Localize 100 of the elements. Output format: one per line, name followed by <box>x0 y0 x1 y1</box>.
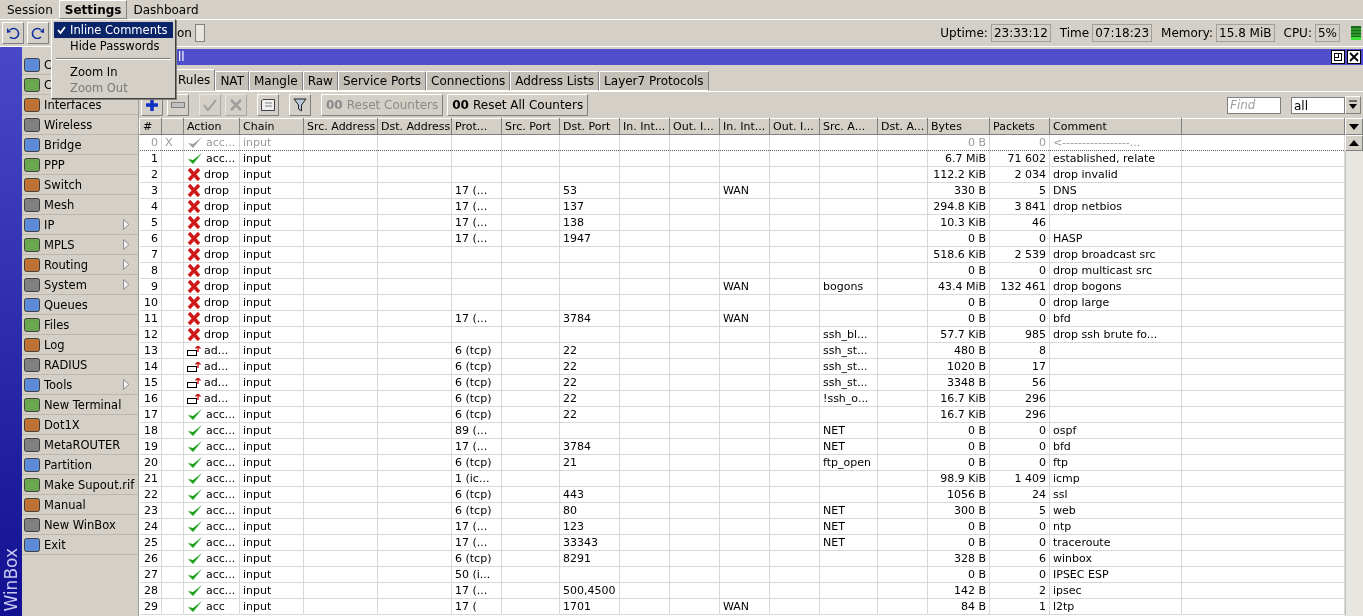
table-cell: 3 <box>151 183 158 197</box>
table-cell: 294.8 KiB <box>933 199 986 213</box>
table-cell: 0 <box>1039 455 1046 469</box>
table-cell: 0 <box>1039 567 1046 581</box>
table-cell: 17 (... <box>455 311 488 325</box>
action-cell: drop <box>187 279 229 294</box>
table-cell: 500,4500 <box>563 583 616 597</box>
table-cell: 0 B <box>967 567 986 581</box>
table-cell: 137 <box>563 199 584 213</box>
table-cell: 0 <box>151 135 158 149</box>
table-cell: 46 <box>1032 215 1046 229</box>
table-cell: 1056 B <box>946 487 986 501</box>
table-cell: 2 <box>151 167 158 181</box>
table-cell: 15 <box>144 375 158 389</box>
action-cell: drop <box>187 167 229 182</box>
action-cell: ad... <box>187 359 229 374</box>
table-cell: input <box>243 327 272 341</box>
action-cell: ad... <box>187 391 229 406</box>
status-value: 07:18:23 <box>1092 24 1153 42</box>
table-cell: 2 <box>1039 583 1046 597</box>
table-cell: 1 409 <box>1014 471 1046 485</box>
table-cell: drop ssh brute fo... <box>1053 327 1158 341</box>
action-cell: drop <box>187 183 229 198</box>
table-cell: 1020 B <box>946 359 986 373</box>
action-cell: drop <box>187 247 229 262</box>
table-cell: 0 <box>1039 439 1046 453</box>
table-cell: input <box>243 167 272 181</box>
table-cell: NET <box>823 519 845 533</box>
table-cell: input <box>243 183 272 197</box>
table-cell: 6 <box>151 231 158 245</box>
table-cell: drop large <box>1053 295 1110 309</box>
table-cell: 20 <box>144 455 158 469</box>
action-cell: drop <box>187 327 229 342</box>
table-cell: 3348 B <box>946 375 986 389</box>
table-cell: 28 <box>144 583 158 597</box>
table-cell: 22 <box>563 375 577 389</box>
table-cell: 296 <box>1025 407 1046 421</box>
table-cell: 0 B <box>967 519 986 533</box>
table-cell: 0 <box>1039 535 1046 549</box>
table-cell: input <box>243 407 272 421</box>
table-cell: 17 (... <box>455 519 488 533</box>
table-cell: ospf <box>1053 423 1077 437</box>
table-cell: input <box>243 279 272 293</box>
table-cell: 1947 <box>563 231 591 245</box>
table-cell: WAN <box>723 183 750 197</box>
table-cell: traceroute <box>1053 535 1111 549</box>
table-cell: input <box>243 263 272 277</box>
table-cell: 8 <box>1039 343 1046 357</box>
table-cell: established, relate <box>1053 151 1156 165</box>
table-cell: IPSEC ESP <box>1053 567 1109 581</box>
action-cell: drop <box>187 231 229 246</box>
table-cell: 330 B <box>953 183 986 197</box>
table-cell: 6 (tcp) <box>455 407 492 421</box>
table-cell: 50 (i... <box>455 567 491 581</box>
status-label: Memory: <box>1161 26 1214 40</box>
status-label: CPU: <box>1283 26 1312 40</box>
table-cell: 22 <box>563 359 577 373</box>
table-cell: input <box>243 423 272 437</box>
action-cell: acc... <box>187 151 236 166</box>
table-cell: 132 461 <box>1000 279 1046 293</box>
table-cell: 0 B <box>967 439 986 453</box>
table-cell: 443 <box>563 487 584 501</box>
table-cell: NET <box>823 535 845 549</box>
table-cell: 0 <box>1039 295 1046 309</box>
table-cell: 24 <box>1032 487 1046 501</box>
table-cell: 21 <box>563 455 577 469</box>
table-cell: input <box>243 455 272 469</box>
status-value: 15.8 MiB <box>1216 24 1275 42</box>
table-cell: l2tp <box>1053 599 1075 613</box>
action-cell: ad... <box>187 375 229 390</box>
table-cell: 0 <box>1039 263 1046 277</box>
table-cell: 0 B <box>967 295 986 309</box>
table-cell: web <box>1053 503 1076 517</box>
table-cell: 89 (... <box>455 423 488 437</box>
table-cell: 6.7 MiB <box>944 151 986 165</box>
action-cell: acc... <box>187 455 236 470</box>
table-cell: WAN <box>723 311 750 325</box>
status-label: Uptime: <box>940 26 988 40</box>
table-cell: input <box>243 151 272 165</box>
table-cell: 17 (... <box>455 535 488 549</box>
table-cell: 4 <box>151 199 158 213</box>
table-cell: drop broadcast src <box>1053 247 1156 261</box>
action-cell: acc... <box>187 471 236 486</box>
action-cell: drop <box>187 295 229 310</box>
action-cell: ad... <box>187 343 229 358</box>
table-cell: 0 <box>1039 135 1046 149</box>
action-cell: drop <box>187 215 229 230</box>
table-cell: bfd <box>1053 311 1071 325</box>
table-cell: 1 (ic... <box>455 471 490 485</box>
table-cell: 5 <box>1039 503 1046 517</box>
table-cell: 43.4 MiB <box>937 279 986 293</box>
table-cell: 6 <box>1039 551 1046 565</box>
table-cell: input <box>243 295 272 309</box>
table-cell: 80 <box>563 503 577 517</box>
table-cell: input <box>243 503 272 517</box>
table-cell: 8291 <box>563 551 591 565</box>
action-cell: acc... <box>187 551 236 566</box>
table-cell: 3784 <box>563 439 591 453</box>
action-cell: acc... <box>187 439 236 454</box>
table-cell: input <box>243 215 272 229</box>
